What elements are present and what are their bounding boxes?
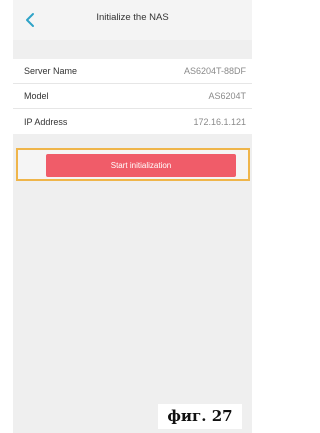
ip-address-value: 172.16.1.121	[193, 116, 246, 127]
server-name-row: Server Name AS6204T-88DF	[13, 59, 252, 84]
ip-address-row: IP Address 172.16.1.121	[13, 109, 252, 134]
page-title: Initialize the NAS	[96, 12, 169, 23]
start-initialization-button[interactable]: Start initialization	[46, 154, 236, 177]
header-bar: Initialize the NAS	[13, 0, 252, 40]
device-info-list: Server Name AS6204T-88DF Model AS6204T I…	[13, 59, 252, 134]
app-screen: Initialize the NAS Server Name AS6204T-8…	[13, 0, 252, 433]
model-label: Model	[24, 91, 49, 101]
server-name-label: Server Name	[24, 66, 78, 76]
model-value: AS6204T	[208, 91, 246, 101]
model-row: Model AS6204T	[13, 84, 252, 109]
ip-address-label: IP Address	[24, 116, 68, 127]
figure-caption: фиг. 27	[158, 404, 242, 429]
start-button-highlight: Start initialization	[16, 148, 250, 181]
server-name-value: AS6204T-88DF	[183, 66, 246, 76]
